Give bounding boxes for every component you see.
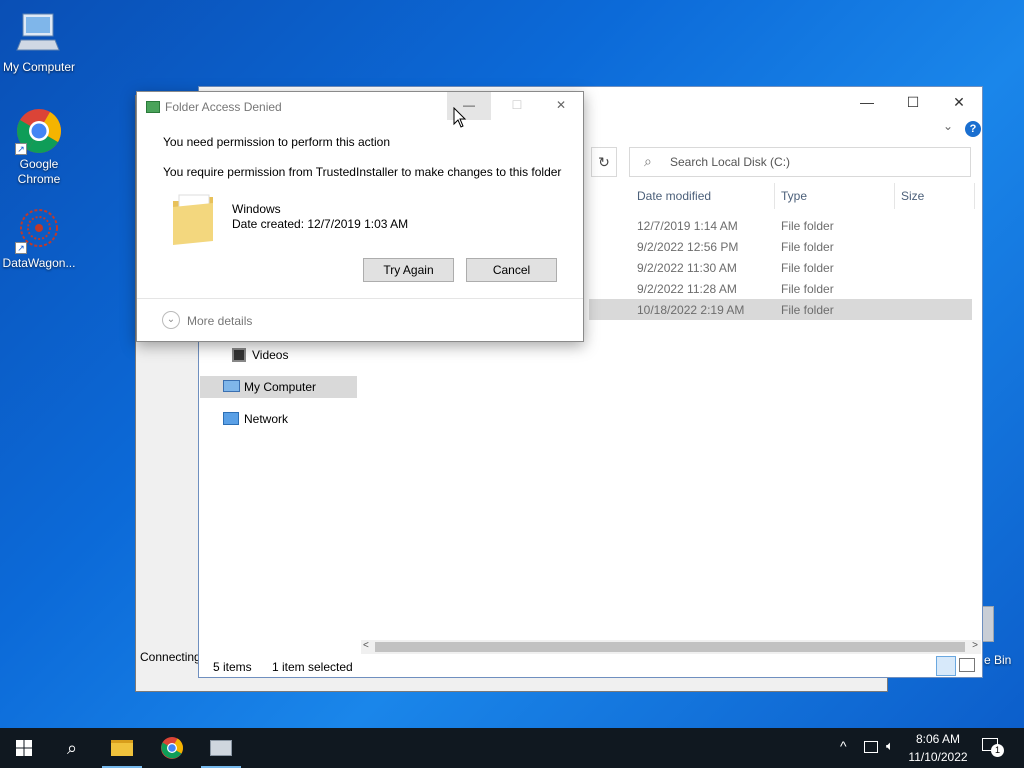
chevron-down-icon: ⌄ — [162, 311, 180, 329]
desktop-icon-google-chrome[interactable]: ↗ Google Chrome — [0, 107, 78, 187]
desktop-icon-label: My Computer — [2, 60, 76, 74]
file-row[interactable]: 12/7/2019 1:14 AM File folder — [579, 215, 972, 236]
dialog-title: Folder Access Denied — [165, 100, 282, 114]
folder-access-denied-dialog[interactable]: Folder Access Denied — ☐ ✕ You need perm… — [136, 91, 584, 342]
file-type: File folder — [781, 303, 834, 317]
clock-date[interactable]: 11/10/2022 — [906, 750, 970, 764]
column-header-size[interactable]: Size — [895, 183, 975, 209]
status-selected-count: 1 item selected — [272, 660, 353, 674]
nav-item-label: Videos — [252, 348, 289, 362]
dialog-message: You require permission from TrustedInsta… — [163, 165, 562, 179]
taskbar-search-button[interactable]: ⌕ — [48, 728, 96, 768]
desktop-icon-datawagon[interactable]: ↗ DataWagon... — [0, 206, 78, 271]
horizontal-scrollbar[interactable]: < > — [361, 640, 981, 654]
help-icon[interactable]: ? — [965, 121, 981, 137]
large-icons-view-icon[interactable] — [959, 658, 975, 672]
computer-icon — [15, 10, 63, 58]
search-input[interactable]: ⌕ Search Local Disk (C:) — [629, 147, 971, 177]
show-hidden-icons-chevron-icon[interactable]: ^ — [840, 738, 847, 754]
minimize-icon[interactable]: — — [844, 87, 890, 117]
nav-item-my-computer[interactable]: My Computer — [200, 376, 357, 398]
file-type: File folder — [781, 282, 834, 296]
explorer-window-controls: — ☐ ✕ — [844, 87, 982, 117]
nav-item-videos[interactable]: Videos — [199, 344, 356, 366]
volume-icon[interactable]: 🔈︎ — [886, 738, 894, 754]
file-date: 10/18/2022 2:19 AM — [637, 303, 745, 317]
cancel-button[interactable]: Cancel — [466, 258, 557, 282]
dialog-heading: You need permission to perform this acti… — [163, 135, 391, 149]
notification-count-badge: 1 — [991, 744, 1004, 757]
dialog-separator — [137, 298, 583, 299]
mouse-cursor-icon — [453, 107, 467, 128]
refresh-button[interactable]: ↻ — [591, 147, 617, 177]
file-row-selected[interactable]: 10/18/2022 2:19 AM File folder — [589, 299, 972, 320]
network-icon — [223, 412, 239, 425]
network-status-icon[interactable] — [864, 741, 878, 753]
close-icon[interactable]: ✕ — [936, 87, 982, 117]
try-again-button[interactable]: Try Again — [363, 258, 454, 282]
scroll-left-icon[interactable]: < — [363, 640, 369, 651]
clock-time[interactable]: 8:06 AM — [910, 732, 966, 746]
file-date: 9/2/2022 11:30 AM — [637, 261, 737, 275]
taskbar-file-explorer[interactable] — [98, 728, 146, 768]
action-center-button[interactable]: 1 — [982, 738, 1004, 757]
datawagon-icon: ↗ — [15, 206, 63, 254]
details-view-icon[interactable] — [936, 656, 956, 676]
folder-icon — [171, 191, 215, 245]
desktop-icon-label: DataWagon... — [2, 256, 76, 270]
scroll-right-icon[interactable]: > — [972, 640, 978, 651]
scrollbar-thumb[interactable] — [375, 642, 965, 652]
folder-name: Windows — [232, 202, 281, 216]
taskbar-app[interactable] — [197, 728, 245, 768]
videos-icon — [232, 348, 246, 362]
windows-logo-icon — [16, 740, 32, 756]
ribbon-expand-chevron-icon[interactable]: ⌄ — [943, 119, 953, 133]
file-row[interactable]: 9/2/2022 11:28 AM File folder — [579, 278, 972, 299]
desktop-icon-label: Google Chrome — [17, 157, 61, 186]
file-type: File folder — [781, 219, 834, 233]
nav-item-network[interactable]: Network — [199, 408, 356, 430]
file-type: File folder — [781, 261, 834, 275]
background-window-status: Connecting — [140, 650, 201, 664]
file-explorer-icon — [111, 740, 133, 756]
file-type: File folder — [781, 240, 834, 254]
shortcut-arrow-icon: ↗ — [15, 143, 27, 155]
file-date: 9/2/2022 12:56 PM — [637, 240, 739, 254]
taskbar: ⌕ ^ 🔈︎ 8:06 AM 11/10/2022 1 — [0, 728, 1024, 768]
desktop-icon-recycle-bin[interactable]: e Bin — [978, 604, 1024, 674]
file-row[interactable]: 9/2/2022 11:30 AM File folder — [579, 257, 972, 278]
more-details-toggle[interactable]: ⌄ More details — [162, 311, 282, 331]
search-icon: ⌕ — [66, 737, 78, 758]
search-icon: ⌕ — [644, 153, 652, 169]
folder-date-created: Date created: 12/7/2019 1:03 AM — [232, 217, 409, 231]
file-date: 12/7/2019 1:14 AM — [637, 219, 738, 233]
computer-icon — [223, 380, 240, 392]
column-header-date-modified[interactable]: Date modified — [631, 183, 775, 209]
more-details-label: More details — [187, 314, 253, 328]
file-row[interactable]: 9/2/2022 12:56 PM File folder — [579, 236, 972, 257]
status-item-count: 5 items — [213, 660, 252, 674]
taskbar-chrome[interactable] — [148, 728, 196, 768]
start-button[interactable] — [0, 728, 48, 768]
chrome-icon — [161, 737, 183, 759]
chrome-icon: ↗ — [15, 107, 63, 155]
shortcut-arrow-icon: ↗ — [15, 242, 27, 254]
search-placeholder: Search Local Disk (C:) — [670, 155, 791, 169]
maximize-icon[interactable]: ☐ — [890, 87, 936, 117]
dialog-maximize-button: ☐ — [511, 98, 523, 112]
dialog-close-button[interactable]: ✕ — [539, 92, 583, 120]
desktop-icon-my-computer[interactable]: My Computer — [0, 10, 78, 75]
folder-move-icon — [146, 101, 160, 113]
file-date: 9/2/2022 11:28 AM — [637, 282, 737, 296]
app-icon — [210, 740, 232, 756]
nav-item-label: Network — [244, 412, 289, 426]
nav-item-label: My Computer — [244, 380, 317, 394]
desktop-icon-label: e Bin — [984, 653, 1012, 667]
refresh-icon: ↻ — [598, 154, 610, 170]
column-header-type[interactable]: Type — [775, 183, 895, 209]
